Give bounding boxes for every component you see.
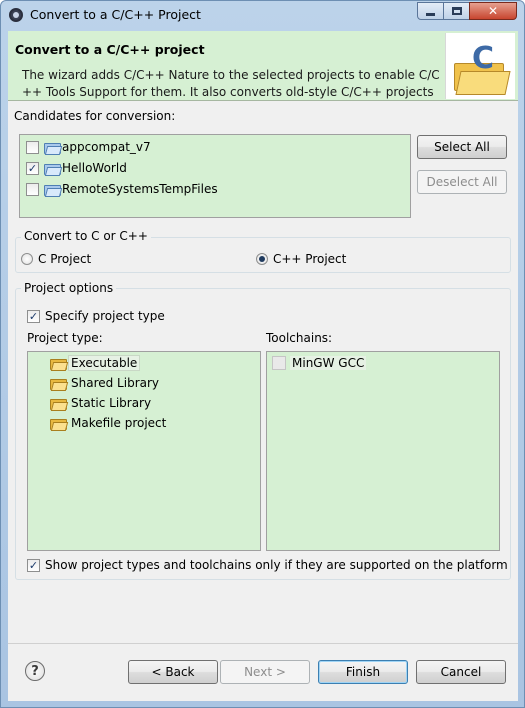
candidate-label: RemoteSystemsTempFiles	[62, 182, 218, 196]
show-supported-only-checkbox[interactable]: ✓	[27, 558, 40, 572]
minimize-icon	[426, 13, 435, 16]
wizard-description: The wizard adds C/C++ Nature to the sele…	[22, 68, 440, 99]
footer-separator	[8, 643, 518, 644]
close-button[interactable]: ✕	[469, 2, 517, 20]
project-type-item[interactable]: Shared Library	[50, 374, 162, 392]
toolchain-item[interactable]: MinGW GCC	[272, 354, 367, 372]
dialog-window: Convert to a C/C++ Project ✕ Convert to …	[0, 0, 525, 708]
radio-button[interactable]	[256, 253, 268, 265]
project-type-label: Makefile project	[71, 416, 167, 430]
folder-icon	[50, 357, 67, 370]
wizard-header: Convert to a C/C++ project The wizard ad…	[8, 31, 518, 101]
dialog-content: Convert to a C/C++ project The wizard ad…	[8, 31, 518, 701]
window-title: Convert to a C/C++ Project	[30, 7, 201, 22]
back-button[interactable]: < Back	[128, 660, 218, 684]
project-folder-icon	[44, 162, 61, 175]
project-type-label: Executable	[68, 355, 141, 371]
show-supported-only-label: Show project types and toolchains only i…	[45, 558, 508, 572]
cancel-button[interactable]: Cancel	[416, 660, 506, 684]
project-folder-icon	[44, 141, 61, 154]
finish-button[interactable]: Finish	[318, 660, 408, 684]
candidate-checkbox[interactable]: ✓	[26, 161, 39, 175]
specify-project-type-option[interactable]: ✓ Specify project type	[27, 307, 165, 325]
title-bar[interactable]: Convert to a C/C++ Project ✕	[1, 1, 524, 29]
wizard-title: Convert to a C/C++ project	[15, 42, 205, 57]
project-options-label: Project options	[21, 281, 117, 295]
project-folder-icon	[44, 183, 61, 196]
radio-button[interactable]	[21, 253, 33, 265]
folder-icon	[50, 417, 67, 430]
radio-label: C++ Project	[273, 252, 347, 266]
close-icon: ✕	[487, 4, 499, 18]
next-button[interactable]: Next >	[220, 660, 310, 684]
help-icon[interactable]: ?	[25, 661, 45, 681]
folder-icon	[50, 377, 67, 390]
candidates-list[interactable]: appcompat_v7 ✓ HelloWorld RemoteSystemsT…	[19, 134, 411, 218]
minimize-button[interactable]	[417, 2, 444, 20]
project-type-item[interactable]: Executable	[50, 354, 141, 372]
project-type-label: Static Library	[71, 396, 152, 410]
candidate-label: appcompat_v7	[62, 140, 151, 154]
toolchains-label: Toolchains:	[266, 331, 333, 345]
radio-label: C Project	[38, 252, 92, 266]
show-supported-only-option[interactable]: ✓ Show project types and toolchains only…	[27, 556, 508, 574]
project-type-item[interactable]: Static Library	[50, 394, 154, 412]
select-all-button[interactable]: Select All	[417, 135, 507, 159]
candidate-item[interactable]: RemoteSystemsTempFiles	[26, 180, 218, 198]
candidate-checkbox[interactable]	[26, 140, 39, 154]
radio-selected-dot	[259, 256, 265, 262]
folder-icon	[50, 397, 67, 410]
convert-to-label: Convert to C or C++	[21, 229, 151, 243]
specify-project-type-label: Specify project type	[45, 309, 165, 323]
toolchain-icon	[272, 356, 286, 370]
toolchain-label: MinGW GCC	[290, 356, 367, 370]
maximize-icon	[451, 7, 462, 15]
radio-cpp-project[interactable]: C++ Project	[256, 250, 346, 268]
maximize-button[interactable]	[443, 2, 470, 20]
eclipse-app-icon	[9, 8, 23, 22]
candidate-checkbox[interactable]	[26, 182, 39, 196]
specify-project-type-checkbox[interactable]: ✓	[27, 309, 40, 323]
cpp-folder-banner-icon: C	[445, 33, 515, 99]
project-type-tree[interactable]: Executable Shared Library Static Library…	[27, 351, 261, 551]
project-type-label: Shared Library	[71, 376, 160, 390]
banner-c-letter: C	[472, 41, 495, 76]
candidate-item[interactable]: appcompat_v7	[26, 138, 151, 156]
project-type-label: Project type:	[27, 331, 103, 345]
candidate-label: HelloWorld	[62, 161, 127, 175]
toolchains-list[interactable]: MinGW GCC	[266, 351, 500, 551]
project-type-item[interactable]: Makefile project	[50, 414, 169, 432]
radio-c-project[interactable]: C Project	[21, 250, 91, 268]
deselect-all-button[interactable]: Deselect All	[417, 170, 507, 194]
candidate-item[interactable]: ✓ HelloWorld	[26, 159, 127, 177]
candidates-label: Candidates for conversion:	[14, 109, 176, 123]
